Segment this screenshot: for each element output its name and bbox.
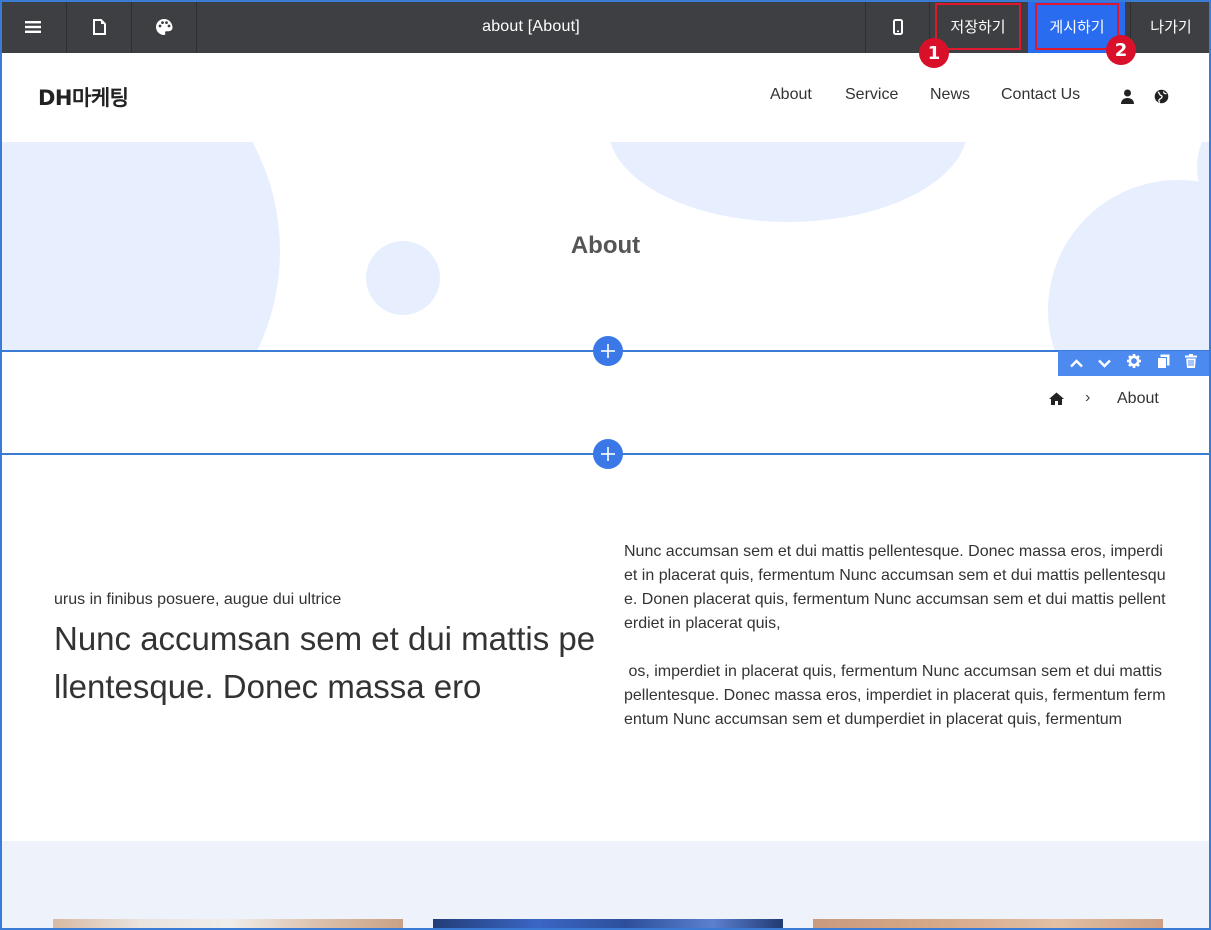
content-heading: Nunc accumsan sem et dui mattis pellente…: [54, 620, 596, 705]
plus-icon: [601, 447, 615, 461]
breadcrumb-separator: ›: [1085, 389, 1091, 406]
chevron-up-icon[interactable]: [1069, 355, 1083, 373]
add-section-button[interactable]: [593, 439, 623, 469]
globe-icon[interactable]: [1154, 89, 1169, 109]
save-button[interactable]: 저장하기: [935, 3, 1021, 50]
annotation-badge-1: 1: [919, 38, 949, 68]
plus-icon: [601, 344, 615, 358]
section-toolbar: [1058, 351, 1209, 376]
gear-icon[interactable]: [1126, 354, 1141, 373]
content-eyebrow: urus in finibus posuere, augue dui ultri…: [54, 591, 342, 608]
content-paragraph-2: os, imperdiet in placerat quis, fermentu…: [624, 663, 1167, 728]
chevron-down-icon[interactable]: [1098, 355, 1112, 373]
copy-icon[interactable]: [1156, 354, 1170, 374]
exit-button[interactable]: 나가기: [1130, 0, 1211, 53]
page-title: about [About]: [482, 17, 580, 35]
breadcrumb-current: About: [1117, 390, 1159, 407]
content-paragraph-1: Nunc accumsan sem et dui mattis pellente…: [624, 543, 1166, 632]
nav-item-contact[interactable]: Contact Us: [1001, 86, 1080, 104]
hero-title: About: [570, 232, 641, 259]
home-icon[interactable]: [1049, 392, 1064, 410]
hamburger-menu-icon[interactable]: [0, 0, 67, 53]
trash-icon[interactable]: [1185, 354, 1198, 373]
hero-decor-circle: [1048, 180, 1209, 351]
annotation-badge-2: 2: [1106, 35, 1136, 65]
gallery-image: [813, 919, 1163, 928]
hero-decor-circle: [608, 142, 968, 222]
hero-section: About: [2, 142, 1209, 351]
document-icon[interactable]: [67, 0, 132, 53]
gallery-image: [433, 919, 783, 928]
palette-icon[interactable]: [132, 0, 197, 53]
editor-toolbar: about [About] 저장하기 게시하기 나가기: [0, 0, 1211, 53]
gallery-image: [53, 919, 403, 928]
nav-item-news[interactable]: News: [930, 86, 970, 104]
site-logo[interactable]: DH마케팅: [38, 82, 129, 112]
user-icon[interactable]: [1121, 89, 1134, 109]
nav-item-about[interactable]: About: [770, 86, 812, 104]
nav-item-service[interactable]: Service: [845, 86, 898, 104]
add-section-button[interactable]: [593, 336, 623, 366]
gallery-section: [2, 841, 1209, 928]
